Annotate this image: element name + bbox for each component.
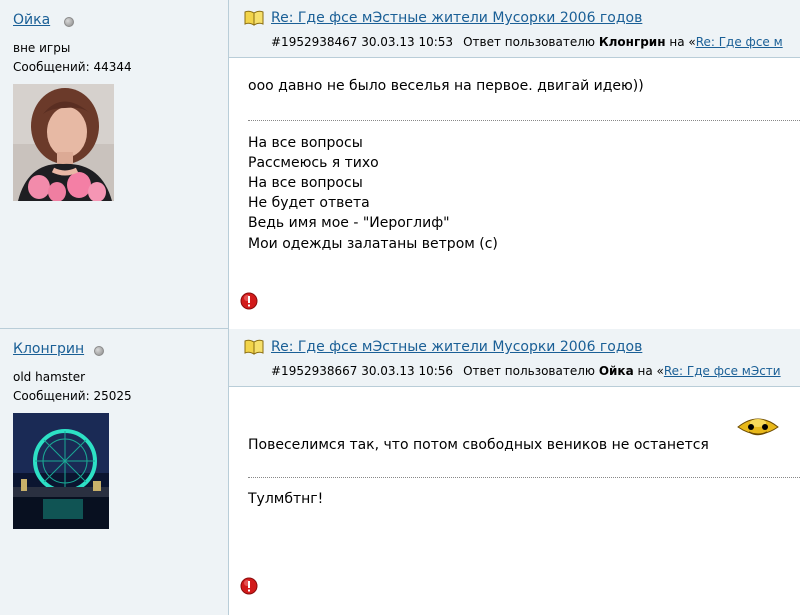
post-body: Повеселимся так, что потом свободных вен…: [229, 387, 800, 615]
author-panel: Клонгрин old hamster Сообщений: 25025: [0, 329, 229, 615]
post-header: Re: Где фсе мЭстные жители Мусорки 2006 …: [229, 0, 800, 58]
post-body: ооо давно не было веселья на первое. дви…: [229, 58, 800, 329]
author-name-link[interactable]: Ойка: [13, 12, 50, 28]
book-icon: [244, 339, 264, 355]
reply-on-label: на «: [637, 364, 664, 378]
report-warning-icon[interactable]: [240, 292, 258, 310]
book-icon: [244, 10, 264, 26]
signature-line: Не будет ответа: [248, 195, 370, 211]
post-header: Re: Где фсе мЭстные жители Мусорки 2006 …: [229, 329, 800, 387]
signature-line: Мои одежды залатаны ветром (с): [248, 236, 498, 252]
avatar[interactable]: [13, 84, 114, 201]
post-id-date: #1952938467 30.03.13 10:53: [271, 35, 454, 49]
gold-smiley-icon: [736, 415, 780, 439]
reply-post-link[interactable]: Re: Где фсе мЭсти: [664, 364, 781, 378]
avatar-ferris-wheel-icon: [13, 413, 109, 529]
forum-post: Клонгрин old hamster Сообщений: 25025 Re…: [0, 329, 800, 615]
signature-line: Тулмбтнг!: [248, 491, 324, 507]
post-id-date: #1952938667 30.03.13 10:56: [271, 364, 454, 378]
report-warning-icon[interactable]: [240, 577, 258, 595]
signature-line: Ведь имя мое - "Иероглиф": [248, 215, 450, 231]
post-text-line: Повеселимся так, что потом свободных вен…: [248, 437, 709, 453]
reply-on-label: на «: [669, 35, 696, 49]
post-text-line: ооо давно не было веселья на первое. дви…: [248, 78, 644, 94]
post-title-link[interactable]: Re: Где фсе мЭстные жители Мусорки 2006 …: [271, 339, 642, 355]
reply-user[interactable]: Ойка: [599, 364, 634, 378]
author-name-link[interactable]: Клонгрин: [13, 341, 84, 357]
signature-line: На все вопросы: [248, 135, 363, 151]
signature-line: На все вопросы: [248, 175, 363, 191]
signature-divider: [248, 477, 800, 478]
offline-status-icon: [64, 17, 74, 27]
author-status: old hamster: [13, 370, 86, 384]
signature-line: Рассмеюсь я тихо: [248, 155, 379, 171]
author-message-count: Сообщений: 44344: [13, 60, 132, 74]
signature-divider: [248, 120, 800, 121]
reply-user[interactable]: Клонгрин: [599, 35, 666, 49]
author-panel: Ойка вне игры Сообщений: 44344: [0, 0, 229, 329]
post-meta: #1952938667 30.03.13 10:56 Ответ пользова…: [271, 364, 781, 378]
avatar[interactable]: [13, 413, 109, 529]
post-meta: #1952938467 30.03.13 10:53 Ответ пользова…: [271, 35, 783, 49]
reply-post-link[interactable]: Re: Где фсе м: [696, 35, 783, 49]
avatar-photo-icon: [13, 84, 114, 201]
reply-label: Ответ пользователю: [463, 364, 595, 378]
author-message-count: Сообщений: 25025: [13, 389, 132, 403]
author-status: вне игры: [13, 41, 71, 55]
offline-status-icon: [94, 346, 104, 356]
reply-label: Ответ пользователю: [463, 35, 595, 49]
post-title-link[interactable]: Re: Где фсе мЭстные жители Мусорки 2006 …: [271, 10, 642, 26]
forum-post: Ойка вне игры Сообщений: 44344 Re: Где ф…: [0, 0, 800, 329]
